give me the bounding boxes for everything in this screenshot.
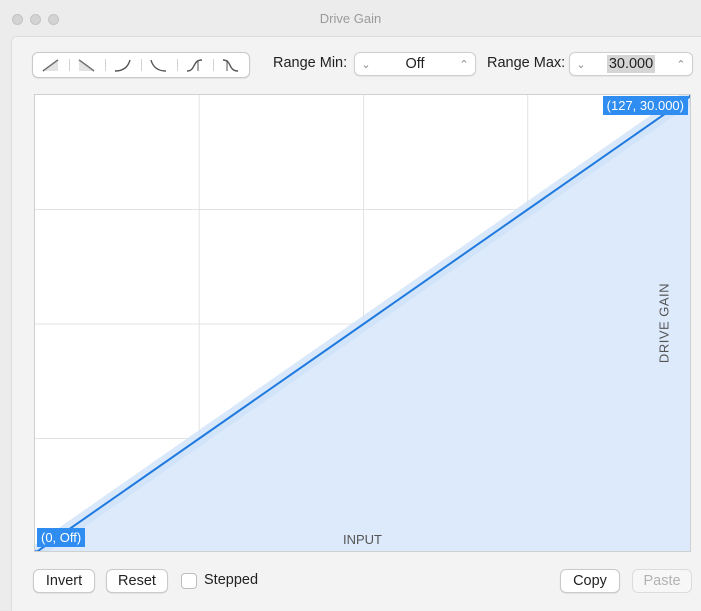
linear-down-icon [78, 59, 95, 72]
close-window-button[interactable] [12, 14, 23, 25]
convex-up-icon [114, 59, 131, 72]
curve-shape-selector [32, 52, 250, 78]
end-point-label[interactable]: (127, 30.000) [602, 96, 688, 115]
zoom-window-button[interactable] [48, 14, 59, 25]
copy-button[interactable]: Copy [560, 569, 620, 593]
reset-button[interactable]: Reset [106, 569, 168, 593]
curve-concave-down-button[interactable] [141, 53, 177, 77]
curve-convex-up-button[interactable] [105, 53, 141, 77]
curve-plot[interactable] [35, 95, 691, 552]
range-max-value[interactable]: 30.000 [606, 55, 656, 73]
range-min-decrement[interactable]: ⌄ [355, 58, 377, 71]
linear-up-icon [42, 59, 59, 72]
curve-reverse-s-button[interactable] [213, 53, 249, 77]
window-title: Drive Gain [319, 10, 382, 26]
range-max-label: Range Max: [487, 55, 566, 71]
range-max-increment[interactable]: ⌃ [670, 58, 692, 71]
reverse-s-curve-icon [222, 59, 239, 72]
curve-s-curve-button[interactable] [177, 53, 213, 77]
curve-linear-up-button[interactable] [33, 53, 69, 77]
stepped-checkbox[interactable] [181, 573, 197, 589]
window-controls [12, 14, 59, 25]
range-max-value-field[interactable]: 30.000 [592, 55, 670, 73]
range-max-stepper[interactable]: ⌄ 30.000 ⌃ [569, 52, 693, 76]
stepped-label: Stepped [204, 572, 259, 588]
range-min-value[interactable]: Off [377, 56, 453, 72]
curve-linear-down-button[interactable] [69, 53, 105, 77]
invert-button[interactable]: Invert [33, 569, 95, 593]
title-bar: Drive Gain [0, 0, 701, 36]
y-axis-label: DRIVE GAIN [656, 282, 672, 364]
s-curve-icon [186, 59, 203, 72]
paste-button: Paste [632, 569, 692, 593]
concave-down-icon [150, 59, 167, 72]
range-min-label: Range Min: [273, 55, 348, 71]
range-min-increment[interactable]: ⌃ [453, 58, 475, 71]
minimize-window-button[interactable] [30, 14, 41, 25]
curve-graph[interactable]: (127, 30.000) (0, Off) INPUT DRIVE GAIN [34, 94, 691, 552]
x-axis-label: INPUT [343, 532, 382, 547]
range-min-stepper[interactable]: ⌄ Off ⌃ [354, 52, 476, 76]
range-max-decrement[interactable]: ⌄ [570, 58, 592, 71]
drive-gain-window: Drive Gain Range Min: ⌄ Off ⌃ Range Max:… [0, 0, 701, 611]
